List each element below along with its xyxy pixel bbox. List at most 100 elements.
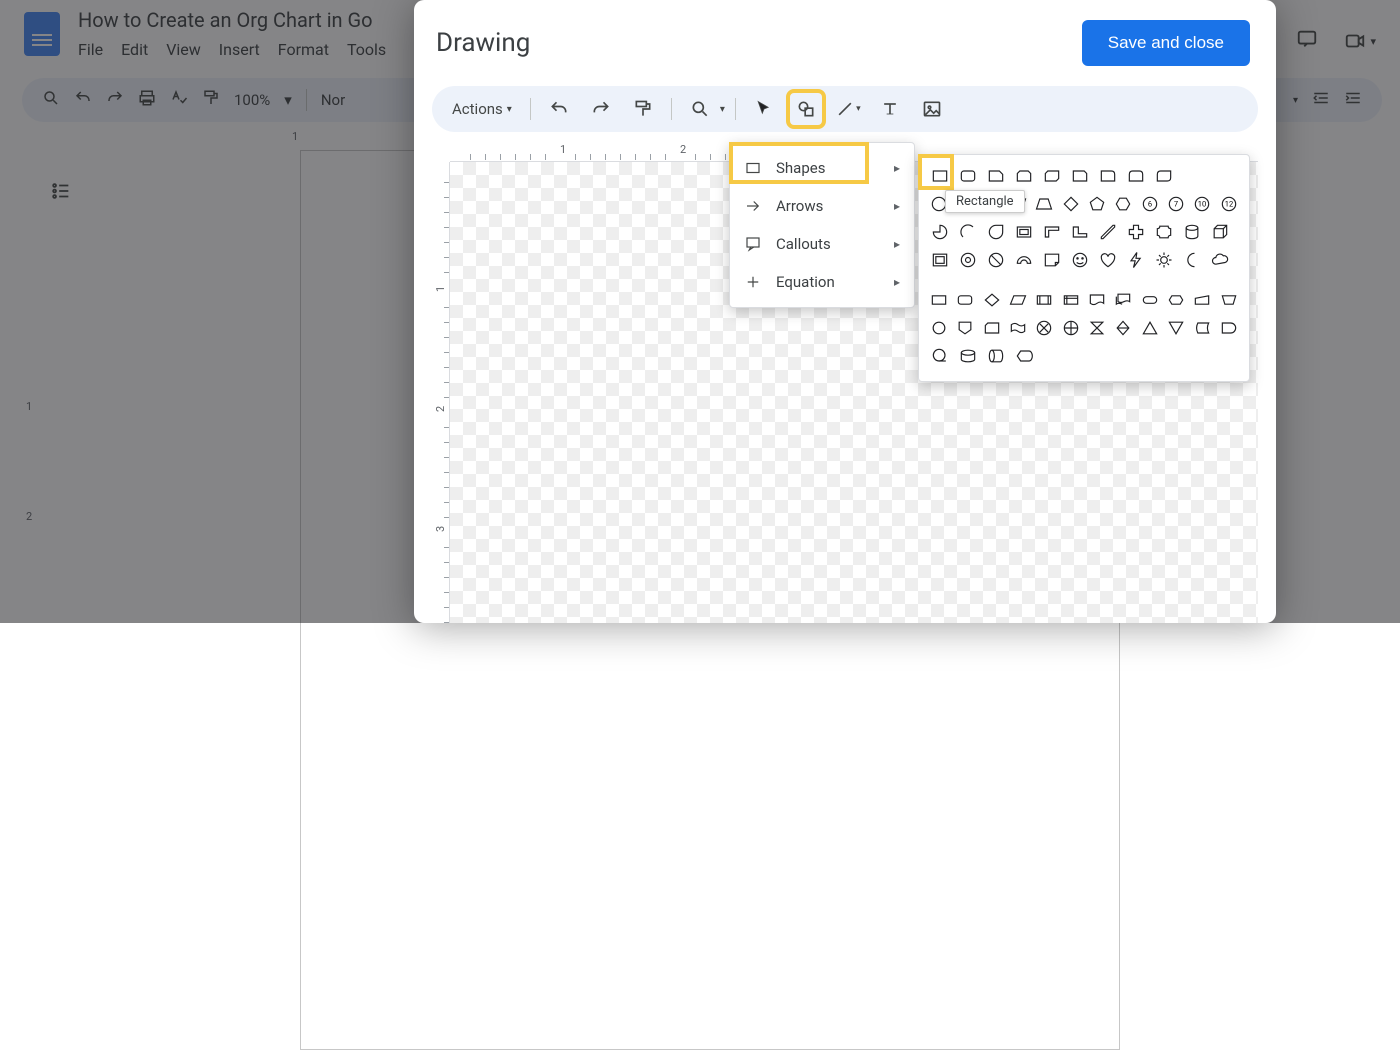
shape-decagon-10[interactable]: 10 xyxy=(1190,191,1214,217)
arrow-right-icon xyxy=(744,197,762,215)
shape-dodecagon-12[interactable]: 12 xyxy=(1217,191,1241,217)
shape-frame[interactable] xyxy=(1011,219,1037,245)
shape-menu-arrows[interactable]: Arrows ▸ xyxy=(730,187,914,225)
shape-round-diagonal[interactable] xyxy=(1151,163,1177,189)
shape-flow-punched-tape[interactable] xyxy=(1006,315,1030,341)
save-and-close-button[interactable]: Save and close xyxy=(1082,20,1250,66)
shape-flow-stored-data[interactable] xyxy=(1190,315,1214,341)
shape-flow-magnetic-disk[interactable] xyxy=(955,343,981,369)
shape-round-single-corner[interactable] xyxy=(1095,163,1121,189)
shape-menu-shapes[interactable]: Shapes ▸ xyxy=(730,149,914,187)
shape-tooltip: Rectangle xyxy=(945,190,1025,213)
shape-flow-card[interactable] xyxy=(980,315,1004,341)
shape-flow-delay[interactable] xyxy=(1217,315,1241,341)
select-tool-icon[interactable] xyxy=(746,91,782,127)
shape-flow-connector[interactable] xyxy=(927,315,951,341)
rect-outline-icon xyxy=(744,159,762,177)
shape-flow-merge[interactable] xyxy=(1164,315,1188,341)
shape-teardrop[interactable] xyxy=(983,219,1009,245)
shape-hexagon[interactable] xyxy=(1111,191,1135,217)
shape-flow-terminator[interactable] xyxy=(1138,287,1162,313)
shape-heptagon-7[interactable]: 7 xyxy=(1164,191,1188,217)
shape-flow-internal-storage[interactable] xyxy=(1059,287,1083,313)
shape-tool-icon[interactable] xyxy=(788,91,824,127)
image-tool-icon[interactable] xyxy=(914,91,950,127)
shape-chord[interactable] xyxy=(955,219,981,245)
shape-pie[interactable] xyxy=(927,219,953,245)
shape-round-same-side[interactable] xyxy=(1123,163,1149,189)
chevron-right-icon: ▸ xyxy=(894,199,900,213)
shape-flow-sequential-storage[interactable] xyxy=(927,343,953,369)
zoom-icon[interactable] xyxy=(682,91,718,127)
shape-flow-alternate[interactable] xyxy=(953,287,977,313)
textbox-tool-icon[interactable] xyxy=(872,91,908,127)
shape-moon[interactable] xyxy=(1179,247,1205,273)
shape-folded-corner[interactable] xyxy=(1039,247,1065,273)
shape-flow-sort[interactable] xyxy=(1111,315,1135,341)
paint-format-icon[interactable] xyxy=(625,91,661,127)
shape-menu-equation[interactable]: Equation ▸ xyxy=(730,263,914,301)
chevron-right-icon: ▸ xyxy=(894,237,900,251)
shape-flow-direct-access[interactable] xyxy=(983,343,1009,369)
shape-flow-extract[interactable] xyxy=(1138,315,1162,341)
shape-cross[interactable] xyxy=(1123,219,1149,245)
shape-flow-preparation[interactable] xyxy=(1164,287,1188,313)
redo-icon[interactable] xyxy=(583,91,619,127)
shape-snip-round-single[interactable] xyxy=(1067,163,1093,189)
shape-menu-label: Callouts xyxy=(776,235,831,253)
shape-trapezoid[interactable] xyxy=(1032,191,1056,217)
shape-flow-decision[interactable] xyxy=(980,287,1004,313)
shape-lightning[interactable] xyxy=(1123,247,1149,273)
shape-menu-callouts[interactable]: Callouts ▸ xyxy=(730,225,914,263)
shape-flow-display[interactable] xyxy=(1011,343,1037,369)
svg-text:6: 6 xyxy=(1148,200,1152,209)
drawing-toolbar: Actions▾ ▾ ▾ xyxy=(432,86,1258,132)
shape-block-arc[interactable] xyxy=(1011,247,1037,273)
shape-flow-or[interactable] xyxy=(1059,315,1083,341)
shape-snip-same-side[interactable] xyxy=(1011,163,1037,189)
shape-flow-process[interactable] xyxy=(927,287,951,313)
shape-flow-offpage[interactable] xyxy=(953,315,977,341)
shape-flow-summing[interactable] xyxy=(1032,315,1056,341)
shapes-palette: 6 7 10 12 xyxy=(918,154,1250,382)
shape-menu-label: Equation xyxy=(776,273,835,291)
shape-no-symbol[interactable] xyxy=(983,247,1009,273)
shape-diagonal-stripe[interactable] xyxy=(1095,219,1121,245)
dialog-title: Drawing xyxy=(436,28,530,58)
shape-diamond[interactable] xyxy=(1059,191,1083,217)
svg-text:12: 12 xyxy=(1225,200,1233,209)
plus-icon xyxy=(744,273,762,291)
shape-plaque[interactable] xyxy=(1151,219,1177,245)
shape-l-shape[interactable] xyxy=(1067,219,1093,245)
shape-dodecagon-6[interactable]: 6 xyxy=(1138,191,1162,217)
shape-bevel[interactable] xyxy=(927,247,953,273)
shape-snip-diagonal[interactable] xyxy=(1039,163,1065,189)
shape-rounded-rectangle[interactable] xyxy=(955,163,981,189)
shape-sun[interactable] xyxy=(1151,247,1177,273)
shape-half-frame[interactable] xyxy=(1039,219,1065,245)
undo-icon[interactable] xyxy=(541,91,577,127)
shape-flow-predefined[interactable] xyxy=(1032,287,1056,313)
shape-cube[interactable] xyxy=(1207,219,1233,245)
shape-flow-document[interactable] xyxy=(1085,287,1109,313)
shape-donut[interactable] xyxy=(955,247,981,273)
shape-flow-multidocument[interactable] xyxy=(1111,287,1135,313)
shape-cloud[interactable] xyxy=(1207,247,1233,273)
zoom-dropdown-icon[interactable]: ▾ xyxy=(720,104,725,115)
canvas-v-ruler: 1 2 3 4 xyxy=(432,162,450,623)
actions-dropdown[interactable]: Actions▾ xyxy=(444,94,520,124)
shape-can[interactable] xyxy=(1179,219,1205,245)
shape-category-menu: Shapes ▸ Arrows ▸ Callouts ▸ Equation ▸ xyxy=(729,142,915,308)
shape-flow-manual-operation[interactable] xyxy=(1217,287,1241,313)
line-tool-icon[interactable]: ▾ xyxy=(830,91,866,127)
callout-icon xyxy=(744,235,762,253)
shape-snip-single-corner[interactable] xyxy=(983,163,1009,189)
shape-flow-data[interactable] xyxy=(1006,287,1030,313)
shape-pentagon[interactable] xyxy=(1085,191,1109,217)
shape-flow-collate[interactable] xyxy=(1085,315,1109,341)
chevron-right-icon: ▸ xyxy=(894,161,900,175)
shape-flow-manual-input[interactable] xyxy=(1190,287,1214,313)
shape-smiley[interactable] xyxy=(1067,247,1093,273)
shape-heart[interactable] xyxy=(1095,247,1121,273)
shape-rectangle[interactable] xyxy=(927,163,953,189)
